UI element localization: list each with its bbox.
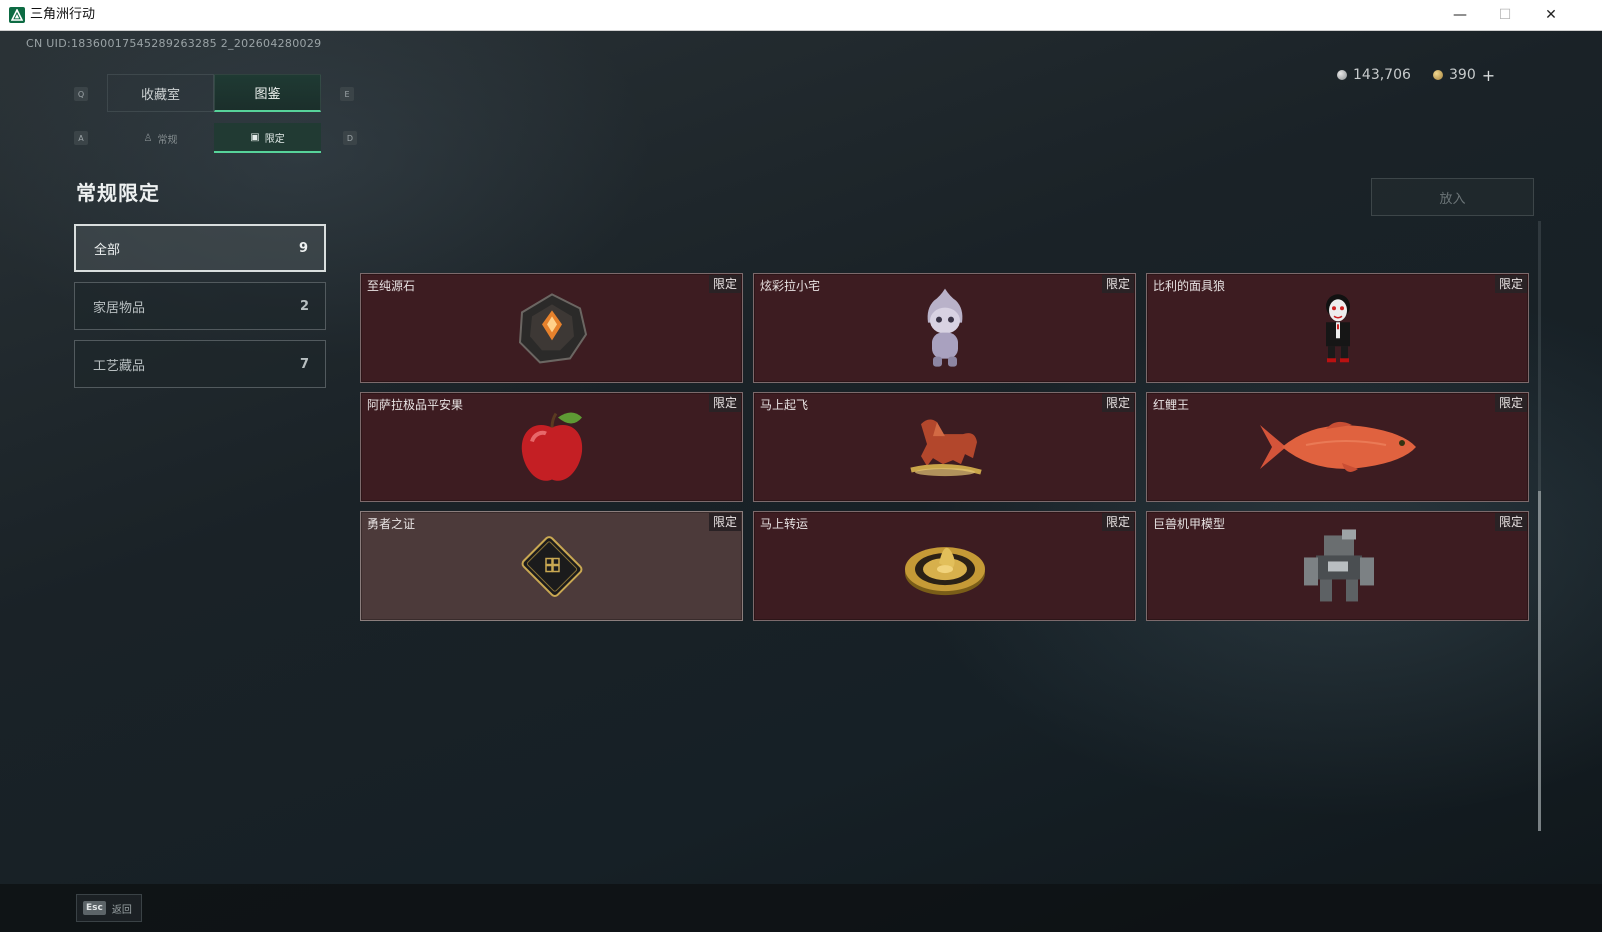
maximize-button[interactable]: ☐	[1482, 0, 1528, 30]
put-in-button[interactable]: 放入	[1371, 178, 1534, 216]
minimize-button[interactable]: —	[1437, 0, 1483, 30]
prev-subtab-key-hint: A	[74, 131, 88, 145]
item-name: 马上起飞	[760, 398, 809, 412]
silver-coin-icon	[1337, 70, 1347, 80]
silver-currency: 143,706	[1337, 65, 1411, 85]
category-label: 工艺藏品	[93, 358, 146, 374]
item-card[interactable]: 至纯源石 限定	[360, 273, 743, 383]
silver-currency-value: 143,706	[1353, 67, 1411, 83]
subtab-regular[interactable]: ♙ 常规	[107, 123, 214, 153]
window-titlebar: 三角洲行动 — ☐ ✕	[0, 0, 1602, 31]
horse-icon	[903, 414, 987, 484]
sub-tabs: ♙ 常规 ▣ 限定	[107, 123, 321, 153]
figure-icon: ♙	[143, 132, 153, 144]
item-name: 阿萨拉极品平安果	[367, 398, 464, 412]
limited-badge: 限定	[1101, 394, 1134, 412]
tab-collection-room[interactable]: 收藏室	[107, 74, 214, 112]
player-uid: CN UID:18360017545289263285 2_2026042800…	[26, 37, 322, 50]
subtab-label: 常规	[157, 134, 178, 146]
item-name: 马上转运	[760, 517, 809, 531]
category-label: 家居物品	[93, 300, 146, 316]
prev-tab-key-hint: Q	[74, 87, 88, 101]
tab-label: 图鉴	[254, 87, 281, 102]
limited-badge: 限定	[708, 513, 741, 531]
category-home-items[interactable]: 家居物品 2	[74, 282, 326, 330]
item-name: 红鲤王	[1153, 398, 1190, 412]
gold-currency-value: 390	[1449, 67, 1476, 83]
scrollbar-thumb[interactable]	[1538, 491, 1541, 831]
window-title: 三角洲行动	[30, 7, 96, 22]
close-button[interactable]: ✕	[1528, 0, 1574, 30]
category-count: 7	[299, 356, 309, 372]
gold-currency: 390 +	[1433, 65, 1495, 85]
main-tabs: 收藏室 图鉴	[107, 74, 321, 112]
item-name: 勇者之证	[367, 517, 416, 531]
carp-icon	[1256, 415, 1420, 483]
limited-badge: 限定	[1494, 394, 1527, 412]
section-title: 常规限定	[76, 181, 160, 205]
category-count: 9	[298, 240, 308, 256]
bottom-bar: Esc 返回	[0, 884, 1602, 932]
item-card[interactable]: 阿萨拉极品平安果 限定	[360, 392, 743, 502]
add-currency-button[interactable]: +	[1482, 66, 1495, 85]
item-card[interactable]: 马上起飞 限定	[753, 392, 1136, 502]
subtab-label: 限定	[264, 133, 285, 145]
next-subtab-key-hint: D	[343, 131, 357, 145]
item-card[interactable]: 炫彩拉小宅 限定	[753, 273, 1136, 383]
next-tab-key-hint: E	[340, 87, 354, 101]
game-viewport: CN UID:18360017545289263285 2_2026042800…	[0, 31, 1602, 932]
golden-wheel-icon	[903, 533, 987, 603]
tab-label: 收藏室	[140, 87, 180, 103]
mech-icon	[1298, 527, 1378, 609]
crystal-icon	[514, 290, 590, 370]
item-card[interactable]: 马上转运 限定	[753, 511, 1136, 621]
limited-badge: 限定	[1101, 275, 1134, 293]
limited-badge: 限定	[708, 394, 741, 412]
figurine-icon	[920, 287, 970, 375]
subtab-limited[interactable]: ▣ 限定	[214, 123, 321, 153]
item-name: 比利的面具狼	[1153, 279, 1226, 293]
back-label: 返回	[111, 904, 132, 916]
gold-coin-icon	[1433, 70, 1443, 80]
item-card[interactable]: 比利的面具狼 限定	[1146, 273, 1529, 383]
category-count: 2	[299, 298, 309, 314]
app-logo-icon	[9, 7, 25, 23]
item-card[interactable]: 巨兽机甲模型 限定	[1146, 511, 1529, 621]
item-card[interactable]: 勇者之证 限定	[360, 511, 743, 621]
card-icon	[512, 527, 592, 611]
category-crafts[interactable]: 工艺藏品 7	[74, 340, 326, 388]
item-name: 巨兽机甲模型	[1153, 517, 1226, 531]
item-name: 炫彩拉小宅	[760, 279, 821, 293]
apple-icon	[514, 408, 590, 492]
frame-icon: ▣	[250, 131, 260, 143]
category-label: 全部	[94, 242, 121, 258]
tab-catalog[interactable]: 图鉴	[214, 74, 321, 112]
puppet-icon	[1314, 292, 1362, 368]
item-card[interactable]: 红鲤王 限定	[1146, 392, 1529, 502]
back-button[interactable]: Esc 返回	[76, 894, 142, 922]
limited-badge: 限定	[1101, 513, 1134, 531]
esc-key-hint: Esc	[83, 901, 106, 915]
limited-badge: 限定	[1494, 275, 1527, 293]
limited-badge: 限定	[708, 275, 741, 293]
category-all[interactable]: 全部 9	[74, 224, 326, 272]
limited-badge: 限定	[1494, 513, 1527, 531]
item-name: 至纯源石	[367, 279, 416, 293]
